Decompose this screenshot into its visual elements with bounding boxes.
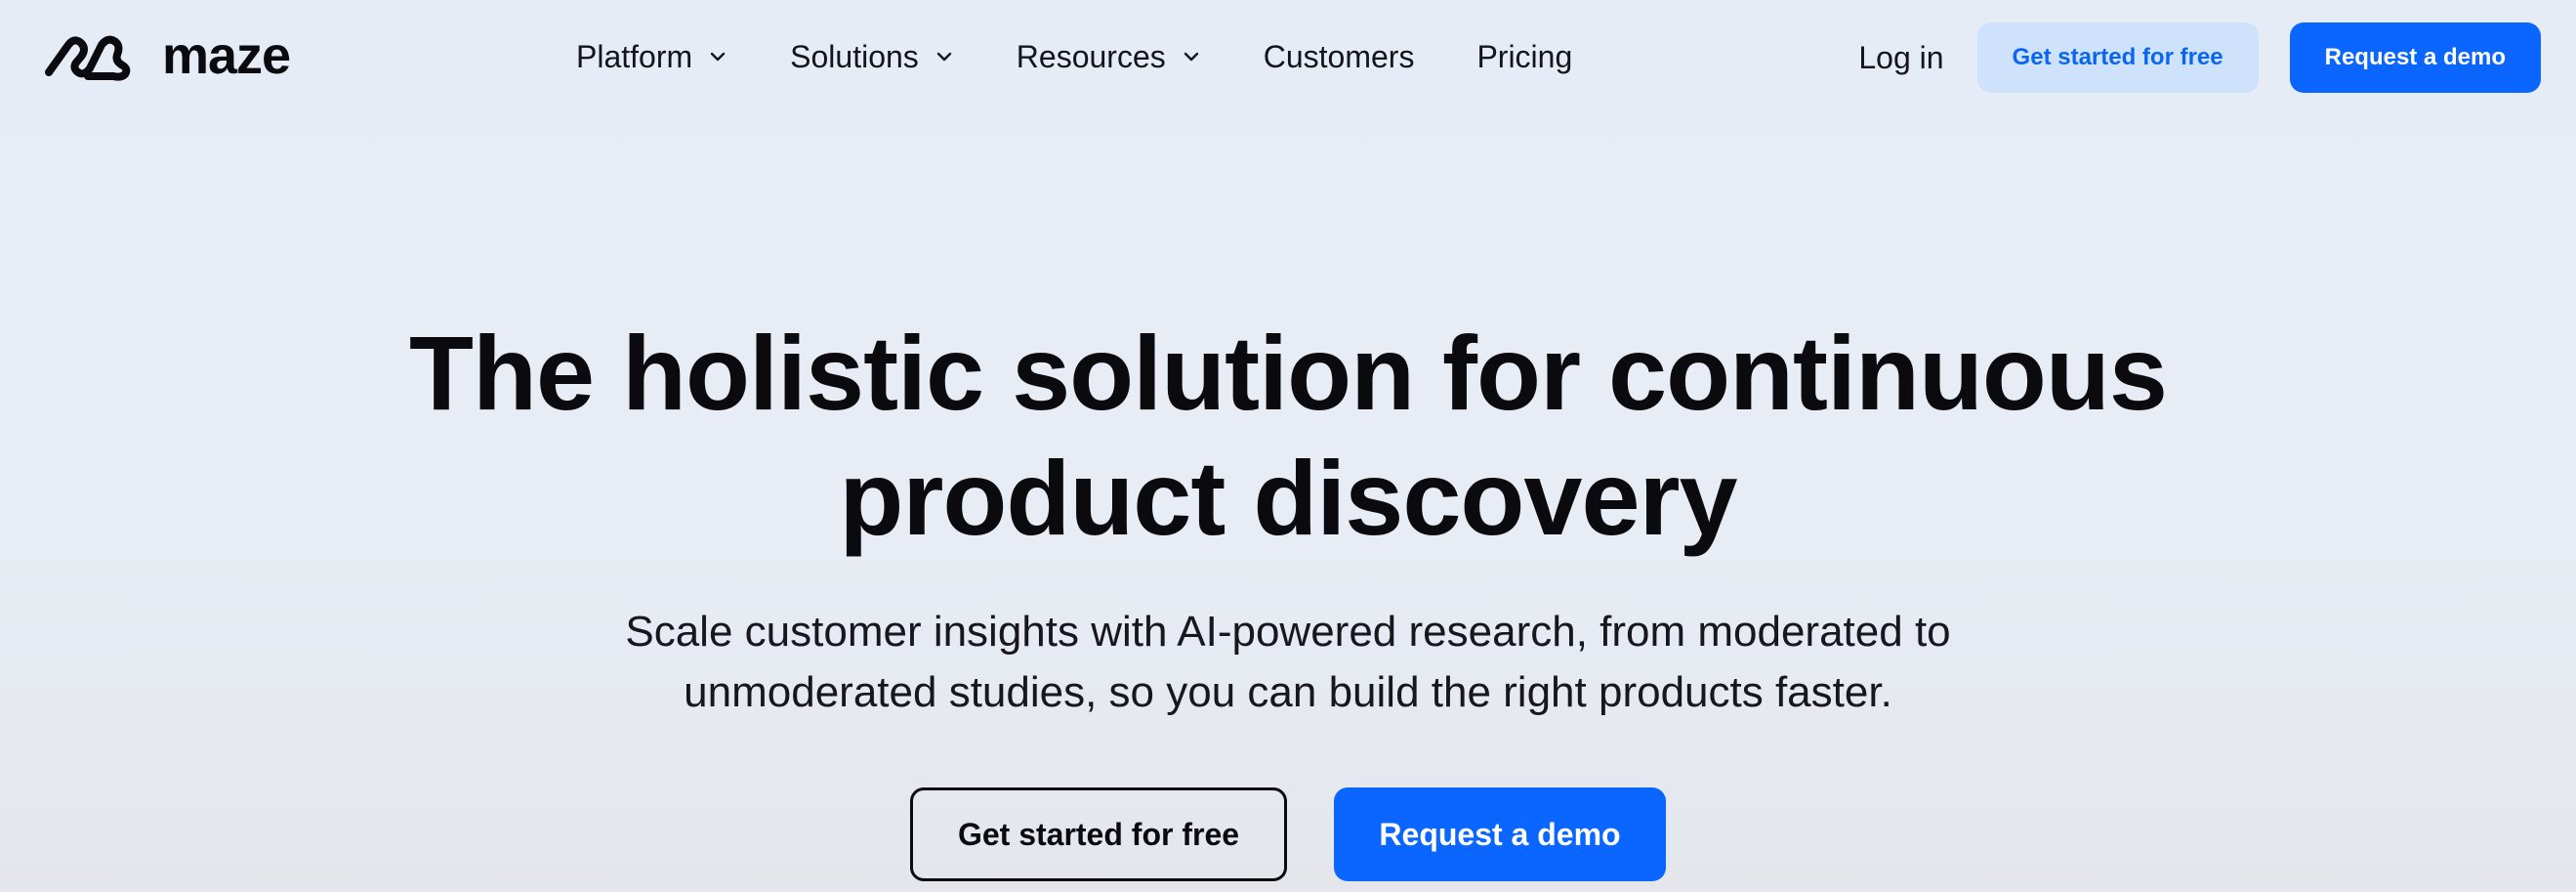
- chevron-down-icon: [1184, 52, 1198, 62]
- hero-headline: The holistic solution for continuous pro…: [312, 311, 2264, 561]
- nav-actions: Log in Get started for free Request a de…: [1858, 22, 2541, 93]
- nav-item-pricing[interactable]: Pricing: [1476, 35, 1572, 78]
- nav-item-label: Customers: [1263, 39, 1415, 74]
- nav-item-label: Resources: [1016, 39, 1166, 74]
- hero-subheading: Scale customer insights with AI-powered …: [507, 602, 2069, 723]
- nav-item-platform[interactable]: Platform: [576, 35, 727, 78]
- hero-subheading-line1: Scale customer insights with AI-powered …: [625, 608, 1951, 656]
- nav-item-label: Solutions: [790, 39, 919, 74]
- hero-get-started-button[interactable]: Get started for free: [910, 787, 1287, 881]
- hero-subheading-line2: unmoderated studies, so you can build th…: [684, 668, 1892, 716]
- brand-logo[interactable]: maze: [39, 26, 291, 85]
- hero-headline-line2: product discovery: [839, 439, 1737, 557]
- hero-section: The holistic solution for continuous pro…: [0, 311, 2576, 881]
- nav-item-solutions[interactable]: Solutions: [790, 35, 954, 78]
- hero-headline-line1: The holistic solution for continuous: [409, 314, 2168, 432]
- chevron-down-icon: [710, 52, 726, 62]
- top-nav: maze Platform Solutions Resources Custom…: [0, 0, 2576, 115]
- nav-item-label: Pricing: [1476, 39, 1573, 74]
- primary-nav: Platform Solutions Resources Customers P…: [576, 35, 1572, 78]
- chevron-down-icon: [936, 52, 951, 62]
- nav-item-label: Platform: [576, 39, 693, 74]
- hero-cta-row: Get started for free Request a demo: [0, 787, 2576, 881]
- request-demo-button[interactable]: Request a demo: [2289, 22, 2541, 93]
- nav-item-resources[interactable]: Resources: [1017, 35, 1201, 78]
- get-started-button[interactable]: Get started for free: [1976, 22, 2259, 93]
- login-link[interactable]: Log in: [1858, 40, 1943, 76]
- brand-name: maze: [162, 26, 291, 85]
- maze-logo-icon: [39, 29, 135, 82]
- hero-request-demo-button[interactable]: Request a demo: [1334, 787, 1666, 881]
- nav-item-customers[interactable]: Customers: [1264, 35, 1415, 78]
- landing-page: maze Platform Solutions Resources Custom…: [0, 0, 2576, 892]
